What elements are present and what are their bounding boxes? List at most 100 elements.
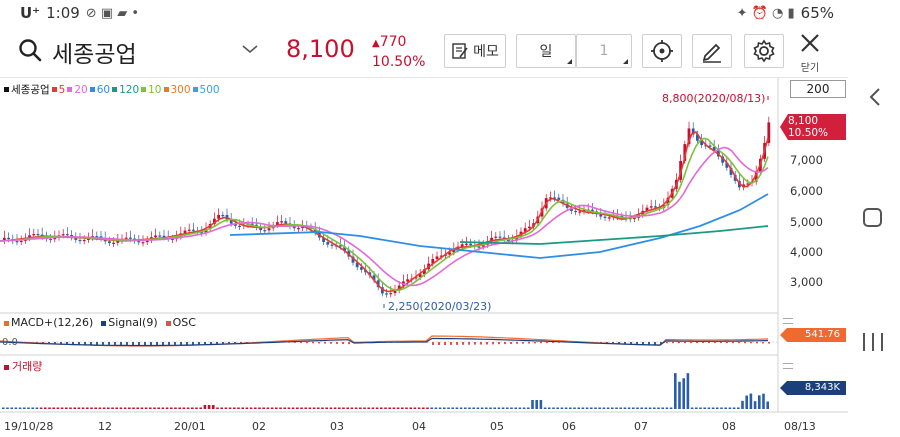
legend-item: 10 bbox=[141, 84, 162, 96]
volume-bar bbox=[56, 407, 60, 409]
volume-bar bbox=[401, 407, 404, 409]
osc-bar bbox=[330, 342, 332, 344]
volume-bar bbox=[216, 407, 219, 409]
osc-bar bbox=[438, 342, 440, 345]
volume-bar bbox=[690, 407, 694, 409]
volume-bar bbox=[762, 393, 765, 409]
draw-button[interactable] bbox=[692, 34, 732, 68]
volume-bar bbox=[741, 400, 744, 409]
legend-item: 세종공업 bbox=[4, 82, 50, 97]
candlestick-chart[interactable]: 세종공업 5 20 60 120 10 300 500 200 8,100 10… bbox=[0, 78, 848, 437]
volume-bar bbox=[144, 407, 148, 409]
settings-button[interactable] bbox=[744, 34, 784, 68]
volume-bar bbox=[422, 407, 425, 409]
volume-bar bbox=[573, 407, 576, 409]
volume-bar bbox=[233, 407, 236, 409]
volume-bar bbox=[363, 407, 366, 409]
close-icon bbox=[801, 34, 819, 52]
y-axis-label: 5,000 bbox=[790, 215, 823, 229]
close-button[interactable]: 닫기 bbox=[794, 32, 826, 74]
osc-bar bbox=[672, 342, 674, 344]
osc-bar bbox=[324, 342, 326, 344]
volume-bar bbox=[707, 407, 711, 409]
osc-bar bbox=[318, 342, 320, 344]
osc-bar bbox=[738, 342, 740, 344]
volume-bar bbox=[359, 407, 362, 409]
candle bbox=[36, 233, 40, 236]
recent-apps-icon[interactable] bbox=[863, 333, 883, 351]
volume-bar bbox=[564, 407, 568, 409]
legend-item: 300 bbox=[163, 84, 191, 96]
volume-bar bbox=[254, 407, 257, 409]
home-icon[interactable] bbox=[863, 208, 882, 227]
memo-button[interactable]: 메모 bbox=[444, 34, 506, 68]
osc-bar bbox=[516, 342, 518, 344]
macd-value-tag: 541.76 bbox=[780, 328, 846, 342]
volume-bar bbox=[417, 407, 421, 409]
volume-bar bbox=[333, 407, 337, 409]
volume-bar bbox=[598, 407, 601, 409]
osc-bar bbox=[762, 342, 764, 344]
volume-menu-icon[interactable] bbox=[783, 363, 793, 369]
x-axis-label: 19/10/28 bbox=[4, 420, 54, 433]
chart-canvas[interactable] bbox=[0, 78, 848, 437]
volume-bar bbox=[102, 407, 106, 409]
candle bbox=[221, 214, 225, 217]
volume-bar bbox=[266, 407, 270, 409]
osc-bar bbox=[84, 342, 86, 345]
volume-bar bbox=[430, 407, 433, 409]
volume-bar bbox=[308, 407, 312, 409]
crosshair-button[interactable] bbox=[642, 34, 682, 68]
osc-bar bbox=[696, 342, 698, 344]
osc-bar bbox=[450, 342, 452, 345]
volume-bar bbox=[262, 407, 265, 409]
volume-bar bbox=[569, 407, 572, 409]
osc-bar bbox=[108, 342, 110, 345]
period-select[interactable]: 일 bbox=[516, 34, 576, 68]
volume-bar bbox=[321, 407, 324, 409]
volume-value-tag: 8,343K bbox=[780, 381, 846, 395]
close-label: 닫기 bbox=[800, 63, 820, 74]
volume-bar bbox=[375, 407, 379, 409]
osc-bar bbox=[648, 342, 650, 345]
stock-name[interactable]: 세종공업 bbox=[52, 35, 137, 69]
back-icon[interactable] bbox=[868, 86, 882, 108]
crosshair-icon bbox=[651, 40, 673, 62]
osc-bar bbox=[540, 342, 542, 344]
period-count-select[interactable]: 1 bbox=[576, 34, 632, 68]
carrier-label: U⁺ bbox=[20, 4, 41, 22]
volume-bar bbox=[384, 407, 387, 409]
candle bbox=[557, 197, 561, 200]
candle bbox=[141, 242, 145, 244]
osc-bar bbox=[102, 342, 104, 345]
volume-bar bbox=[23, 407, 26, 409]
osc-bar bbox=[684, 342, 686, 344]
volume-bar bbox=[409, 407, 412, 409]
volume-bar bbox=[678, 381, 681, 409]
volume-bar bbox=[153, 407, 156, 409]
chevron-down-icon[interactable] bbox=[240, 42, 260, 56]
x-axis-label: 20/01 bbox=[174, 420, 206, 433]
volume-bar bbox=[203, 405, 207, 409]
osc-bar bbox=[192, 342, 194, 345]
macd-menu-icon[interactable] bbox=[783, 318, 793, 324]
volume-bar bbox=[371, 407, 375, 409]
search-icon[interactable] bbox=[18, 38, 42, 62]
volume-bar bbox=[674, 373, 677, 409]
x-axis-label: 08/13 bbox=[784, 420, 816, 433]
volume-bar bbox=[212, 405, 215, 409]
candle bbox=[389, 293, 393, 295]
stock-header: 세종공업 8,100 ▲770 10.50% 메모 일 1 닫기 bbox=[0, 26, 848, 78]
candle bbox=[19, 240, 23, 243]
x-axis-label: 03 bbox=[330, 420, 344, 433]
dropdown-corner-icon bbox=[623, 59, 628, 64]
ma120-line bbox=[459, 225, 769, 245]
candle bbox=[603, 216, 607, 218]
osc-bar bbox=[114, 342, 116, 345]
scale-box[interactable]: 200 bbox=[790, 80, 846, 98]
osc-bar bbox=[744, 342, 746, 344]
volume-bar bbox=[594, 407, 597, 409]
volume-bar bbox=[560, 407, 564, 409]
osc-bar bbox=[702, 342, 704, 344]
battery-label: 65% bbox=[800, 4, 834, 22]
